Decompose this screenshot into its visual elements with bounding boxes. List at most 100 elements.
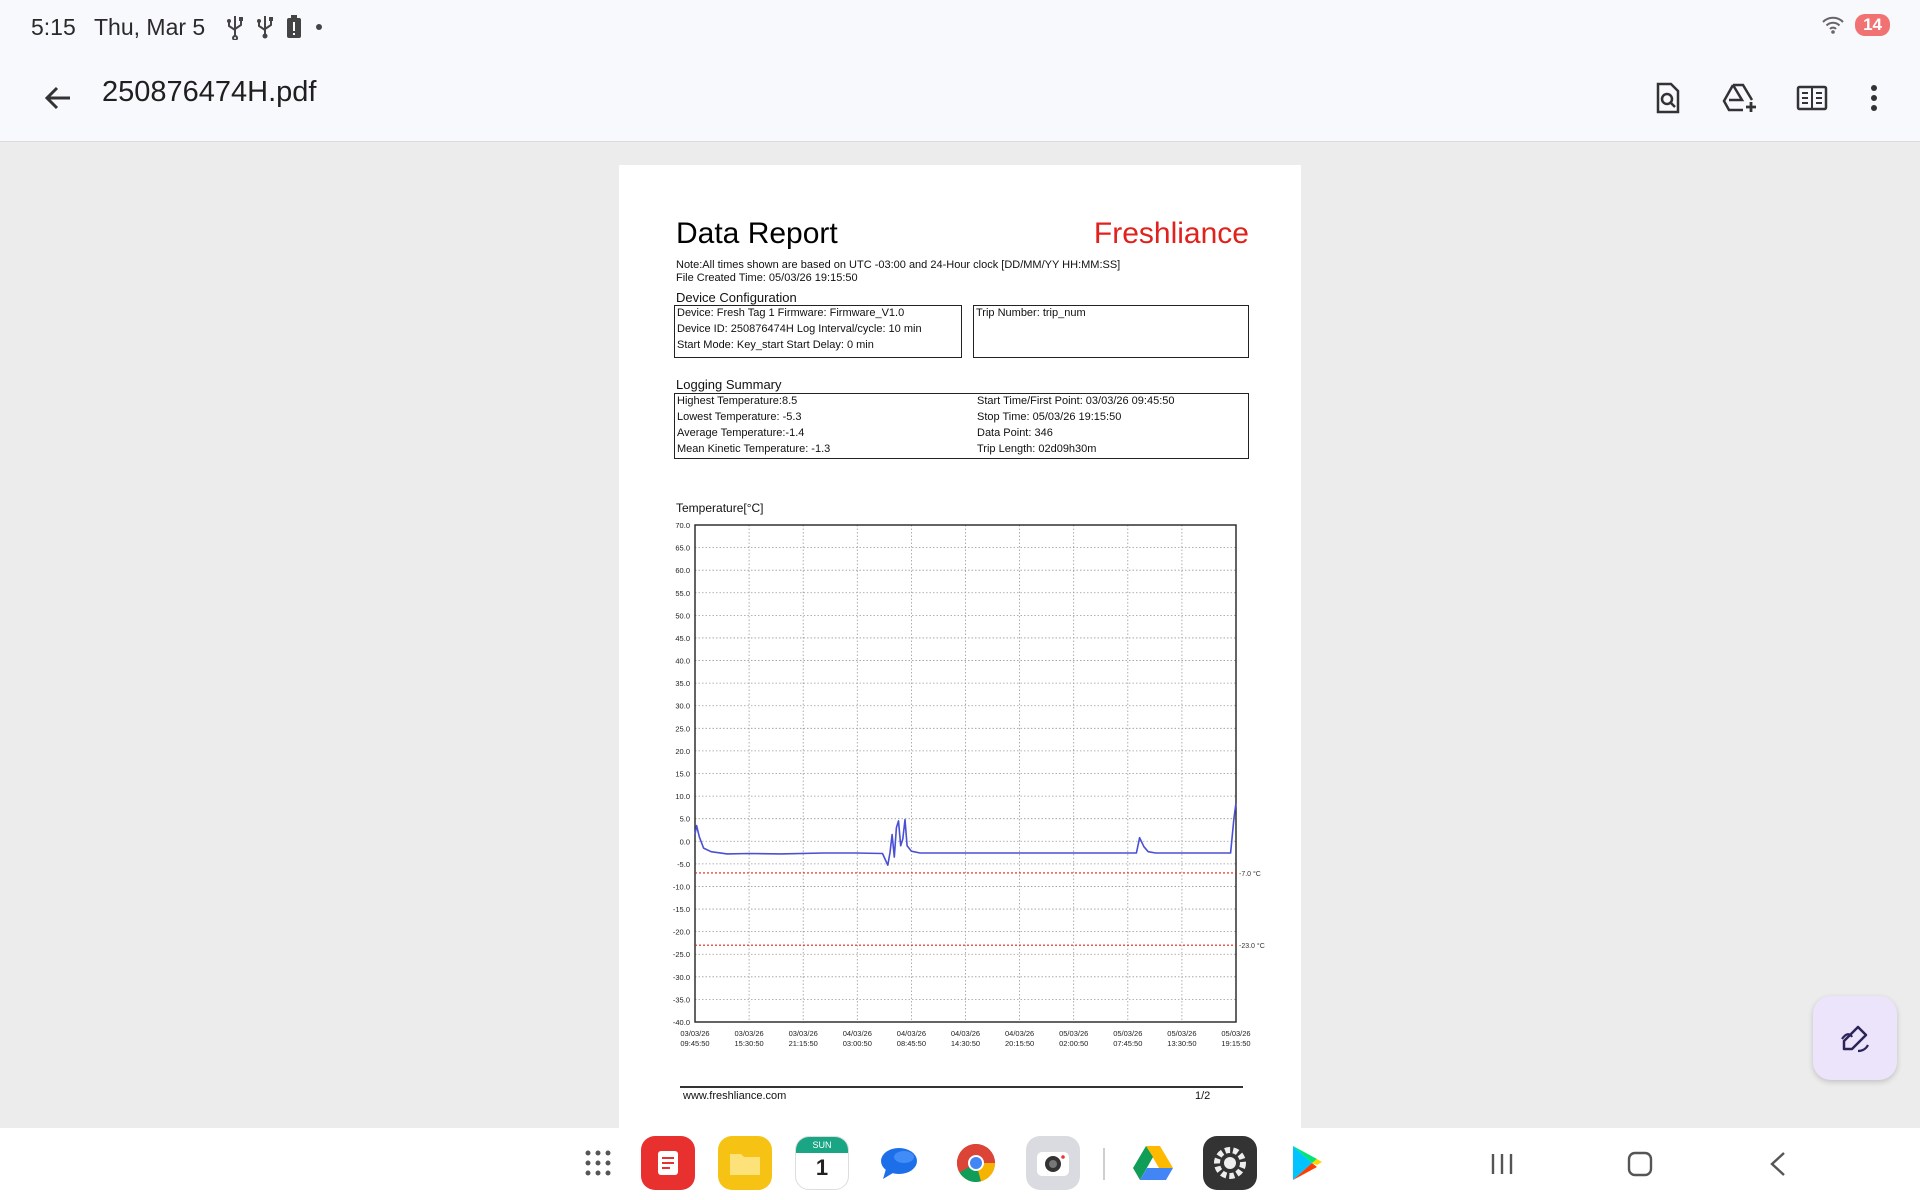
dot-icon [316,24,322,30]
navigation-bar: SUN 1 [0,1128,1920,1200]
calendar-day-label: SUN [796,1137,848,1153]
y-tick-label: -35.0 [673,995,690,1004]
notes-app-icon [658,1151,678,1175]
x-tick-label: 03/03/26 [734,1029,763,1038]
x-tick-label: 04/03/26 [897,1029,926,1038]
settings-app-button[interactable] [1203,1136,1257,1190]
chrome-app-button[interactable] [949,1136,1003,1190]
y-tick-label: 70.0 [675,521,690,530]
y-tick-label: 15.0 [675,770,690,779]
x-tick-label: 04/03/26 [951,1029,980,1038]
app-drawer-icon [585,1150,611,1176]
y-tick-label: 5.0 [680,815,690,824]
y-tick-label: -5.0 [677,860,690,869]
home-button[interactable] [1618,1142,1662,1186]
x-tick-label: 05/03/26 [1221,1029,1250,1038]
search-in-document-button[interactable] [1644,74,1692,122]
y-tick-label: 10.0 [675,792,690,801]
y-tick-label: -25.0 [673,950,690,959]
file-title: 250876474H.pdf [102,76,317,108]
play-store-app-button[interactable] [1280,1136,1334,1190]
messages-app-button[interactable] [872,1136,926,1190]
system-back-button[interactable] [1756,1142,1800,1186]
chevron-left-icon [1770,1152,1785,1176]
summary-line: Stop Time: 05/03/26 19:15:50 [977,411,1122,423]
arrow-back-icon [44,86,70,110]
x-tick-label: 09:45:50 [680,1039,709,1048]
more-vert-icon [1871,85,1877,111]
x-tick-label: 03/03/26 [789,1029,818,1038]
more-options-button[interactable] [1850,74,1898,122]
reading-mode-icon [1796,85,1828,111]
x-tick-label: 08:45:50 [897,1039,926,1048]
files-app-button[interactable] [718,1136,772,1190]
y-tick-label: -30.0 [673,973,690,982]
recent-apps-button[interactable] [1480,1142,1524,1186]
y-tick-label: -20.0 [673,928,690,937]
trip-number: Trip Number: trip_num [976,307,1086,319]
x-tick-label: 13:30:50 [1167,1039,1196,1048]
footer-url: www.freshliance.com [683,1090,787,1102]
trip-number-box: Trip Number: trip_num [973,305,1249,358]
limit-label: -23.0 °C [1239,942,1265,950]
device-config-box: Device: Fresh Tag 1 Firmware: Firmware_V… [674,305,962,358]
messages-app-icon [881,1148,917,1179]
x-tick-label: 15:30:50 [734,1039,763,1048]
y-tick-label: 35.0 [675,679,690,688]
dock-divider [1103,1148,1105,1180]
x-tick-label: 07:45:50 [1113,1039,1142,1048]
x-tick-label: 05/03/26 [1113,1029,1142,1038]
pdf-page[interactable]: Data Report Freshliance Note:All times s… [619,165,1301,1128]
usb-icon [257,16,273,39]
x-tick-label: 03/03/26 [680,1029,709,1038]
calendar-app-button[interactable]: SUN 1 [795,1136,849,1190]
summary-line: Lowest Temperature: -5.3 [677,411,802,423]
notes-app-button[interactable] [641,1136,695,1190]
app-drawer-button[interactable] [571,1136,625,1190]
x-tick-label: 04/03/26 [1005,1029,1034,1038]
battery-alert-icon [287,15,301,38]
y-tick-label: 50.0 [675,611,690,620]
footer-page-number: 1/2 [1195,1090,1211,1102]
pen-annotate-icon [1841,1025,1869,1053]
footer-rule [680,1086,1243,1088]
device-line: Device: Fresh Tag 1 Firmware: Firmware_V… [677,307,905,319]
y-tick-label: 30.0 [675,702,690,711]
annotate-button[interactable] [1813,996,1897,1080]
pdf-viewer[interactable]: Data Report Freshliance Note:All times s… [0,143,1920,1128]
y-tick-label: -40.0 [673,1018,690,1027]
device-line: Device ID: 250876474H Log Interval/cycle… [677,323,922,335]
camera-app-icon [1037,1152,1069,1176]
report-title: Data Report [676,217,838,250]
file-created-time: File Created Time: 05/03/26 19:15:50 [676,272,858,284]
y-tick-label: 20.0 [675,747,690,756]
logging-summary-label: Logging Summary [676,377,782,392]
y-tick-label: 0.0 [680,837,690,846]
y-tick-label: 65.0 [675,544,690,553]
x-tick-label: 14:30:50 [951,1039,980,1048]
home-icon [1627,1151,1653,1177]
y-tick-label: 60.0 [675,566,690,575]
summary-line: Mean Kinetic Temperature: -1.3 [677,443,831,455]
y-tick-label: -10.0 [673,882,690,891]
brand-name: Freshliance [1093,217,1249,250]
battery-level-badge: 14 [1855,14,1890,36]
camera-app-button[interactable] [1026,1136,1080,1190]
y-tick-label: -15.0 [673,905,690,914]
x-tick-label: 05/03/26 [1059,1029,1088,1038]
x-tick-label: 20:15:50 [1005,1039,1034,1048]
temperature-chart-svg: 70.0 65.0 60.0 55.0 50.0 45.0 40.0 35.0 30.0 25.0… [673,521,1265,1048]
add-to-drive-icon [1722,83,1756,112]
add-to-drive-button[interactable] [1716,74,1764,122]
usb-icon [227,16,243,40]
x-tick-label: 04/03/26 [843,1029,872,1038]
device-line: Start Mode: Key_start Start Delay: 0 min [677,339,874,351]
back-button[interactable] [34,74,82,122]
status-bar: 5:15 Thu, Mar 5 14 [0,0,1920,54]
chrome-app-icon [956,1144,995,1182]
summary-line: Highest Temperature:8.5 [677,395,798,407]
drive-app-button[interactable] [1126,1136,1180,1190]
y-tick-label: 55.0 [675,589,690,598]
wifi-icon [1822,16,1844,34]
reading-mode-button[interactable] [1788,74,1836,122]
